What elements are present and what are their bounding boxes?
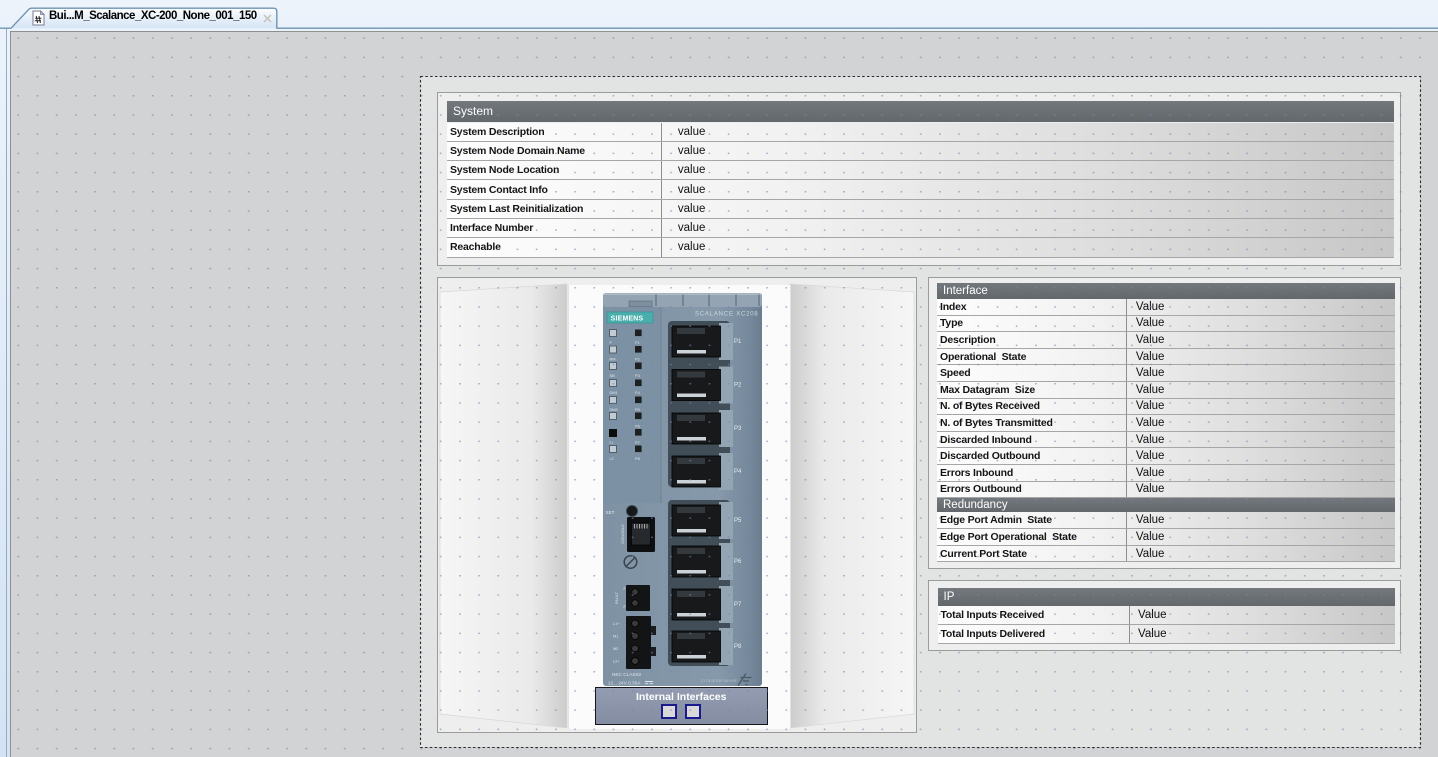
svg-text:P8: P8: [635, 456, 640, 461]
svg-text:P7: P7: [734, 602, 742, 608]
svg-text:M2: M2: [613, 647, 618, 651]
svg-text:P5: P5: [734, 518, 742, 524]
svg-text:C1 TN 1E EXP 1AV 4+3F: C1 TN 1E EXP 1AV 4+3F: [701, 679, 737, 683]
svg-text:P3: P3: [635, 373, 640, 378]
svg-text:P2: P2: [635, 357, 640, 362]
svg-text:P1: P1: [635, 340, 640, 345]
svg-text:P2: P2: [734, 383, 742, 389]
svg-text:M1: M1: [613, 635, 618, 639]
svg-text:P7: P7: [635, 440, 640, 445]
svg-text:FAULT: FAULT: [614, 591, 619, 604]
svg-text:P3: P3: [734, 426, 742, 432]
svg-text:L2+: L2+: [613, 660, 620, 664]
svg-text:NEC CLASS2: NEC CLASS2: [612, 672, 642, 677]
svg-text:RM: RM: [610, 357, 616, 362]
svg-text:DM1: DM1: [610, 390, 618, 395]
svg-text:P4: P4: [734, 469, 742, 475]
svg-text:SB: SB: [610, 373, 616, 378]
svg-text:SIEMENS: SIEMENS: [611, 316, 644, 323]
svg-text:P5: P5: [635, 407, 640, 412]
svg-text:DM2: DM2: [610, 407, 618, 412]
svg-text:SCALANCE XC208: SCALANCE XC208: [695, 312, 759, 318]
svg-text:L1: L1: [610, 440, 614, 445]
svg-text:P8: P8: [734, 644, 742, 650]
svg-text:P6: P6: [734, 559, 742, 565]
svg-text:CONSOLE: CONSOLE: [620, 524, 625, 544]
svg-text:P4: P4: [635, 390, 641, 395]
svg-text:P6: P6: [635, 424, 640, 429]
svg-text:12... 24V 0.35A: 12... 24V 0.35A: [608, 681, 641, 686]
svg-text:L1+: L1+: [613, 622, 620, 626]
svg-text:P1: P1: [734, 339, 742, 345]
svg-text:SET: SET: [606, 510, 615, 515]
svg-text:L2: L2: [610, 456, 614, 461]
